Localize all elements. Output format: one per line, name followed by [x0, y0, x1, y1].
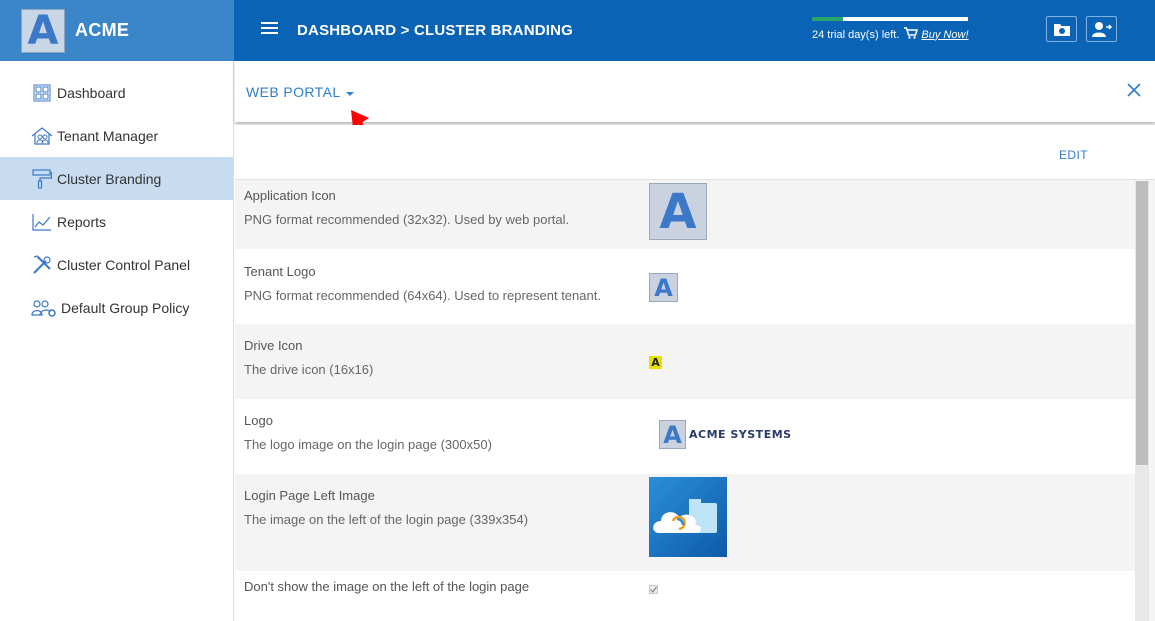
sidebar-item-cluster-control-panel[interactable]: Cluster Control Panel	[0, 243, 233, 286]
acme-logo-icon: A	[21, 8, 65, 53]
logo-preview[interactable]: A ACME SYSTEMS	[659, 420, 792, 449]
trial-progress-bar	[812, 17, 968, 21]
main-content: WEB PORTAL EDIT Application Icon PNG for…	[235, 61, 1155, 621]
item-name: Drive Icon	[244, 338, 303, 353]
user-logout-icon	[1091, 21, 1112, 37]
edit-button[interactable]: EDIT	[1059, 148, 1088, 162]
sidebar-item-label: Cluster Control Panel	[57, 256, 191, 273]
sidebar-item-label: Tenant Manager	[57, 127, 159, 144]
item-description: The logo image on the login page (300x50…	[244, 437, 492, 452]
edit-bar: EDIT	[235, 125, 1155, 180]
trial-status: 24 trial day(s) left. Buy Now!	[812, 27, 969, 42]
item-description: The image on the left of the login page …	[244, 512, 529, 527]
breadcrumb: DASHBOARD > CLUSTER BRANDING	[297, 22, 574, 39]
vertical-scrollbar[interactable]	[1135, 181, 1149, 621]
sidebar-item-label: Default Group Policy	[61, 299, 190, 316]
dropdown-label: WEB PORTAL	[246, 84, 341, 100]
sidebar-item-label: Reports	[57, 213, 107, 230]
hamburger-menu-icon[interactable]	[261, 22, 278, 36]
checkmark-icon	[650, 586, 657, 593]
item-description: PNG format recommended (32x32). Used by …	[244, 212, 570, 227]
sidebar-item-tenant-manager[interactable]: Tenant Manager	[0, 114, 233, 157]
house-people-icon	[31, 126, 53, 146]
sidebar-item-default-group-policy[interactable]: Default Group Policy	[0, 286, 233, 329]
paint-roller-icon	[31, 168, 53, 189]
login-left-image-preview[interactable]	[649, 477, 727, 557]
cloud-folder-icon	[653, 499, 717, 533]
hide-left-image-checkbox[interactable]	[649, 585, 658, 594]
sidebar-item-reports[interactable]: Reports	[0, 200, 233, 243]
scrollbar-thumb[interactable]	[1136, 181, 1148, 465]
sidebar-item-label: Dashboard	[57, 84, 126, 101]
list-item: Logo The logo image on the login page (3…	[235, 399, 1135, 474]
logo-text: ACME SYSTEMS	[689, 428, 792, 441]
web-portal-dropdown[interactable]: WEB PORTAL	[246, 84, 354, 100]
item-description: PNG format recommended (64x64). Used to …	[244, 288, 601, 303]
list-item: Tenant Logo PNG format recommended (64x6…	[235, 249, 1135, 324]
sidebar: Dashboard Tenant Manager Cluster Brandin…	[0, 61, 234, 621]
item-description: The drive icon (16x16)	[244, 362, 374, 377]
cart-icon[interactable]	[904, 27, 919, 42]
application-icon-preview[interactable]: A	[649, 183, 707, 240]
user-logout-button[interactable]	[1086, 16, 1117, 42]
logo-letter: A	[659, 420, 686, 449]
item-name: Login Page Left Image	[244, 488, 375, 503]
drive-icon-preview[interactable]: A	[649, 356, 662, 369]
item-name: Don't show the image on the left of the …	[244, 579, 530, 594]
brand-name: ACME	[75, 20, 130, 40]
folder-upload-button[interactable]	[1046, 16, 1077, 42]
sidebar-item-label: Cluster Branding	[57, 170, 162, 187]
chart-line-icon	[31, 212, 53, 232]
dashboard-grid-icon	[31, 83, 53, 103]
top-bar: DASHBOARD > CLUSTER BRANDING 24 trial da…	[234, 0, 1155, 61]
list-item: Application Icon PNG format recommended …	[235, 181, 1135, 249]
tools-icon	[31, 254, 53, 275]
trial-days-text: 24 trial day(s) left.	[812, 28, 900, 41]
list-item: Don't show the image on the left of the …	[235, 571, 1135, 621]
group-gear-icon	[31, 298, 57, 318]
sidebar-item-dashboard[interactable]: Dashboard	[0, 71, 233, 114]
brand-area: A ACME	[0, 0, 234, 61]
close-icon[interactable]	[1127, 83, 1141, 97]
tenant-logo-preview[interactable]: A	[649, 273, 678, 302]
buy-now-link[interactable]: Buy Now!	[921, 29, 968, 41]
sidebar-item-cluster-branding[interactable]: Cluster Branding	[0, 157, 233, 200]
folder-icon	[1053, 23, 1070, 36]
branding-list: Application Icon PNG format recommended …	[235, 181, 1135, 621]
list-item: Login Page Left Image The image on the l…	[235, 474, 1135, 571]
item-name: Application Icon	[244, 188, 336, 203]
caret-down-icon	[345, 92, 354, 96]
item-name: Tenant Logo	[244, 264, 316, 279]
item-name: Logo	[244, 413, 273, 428]
list-item: Drive Icon The drive icon (16x16) A	[235, 324, 1135, 399]
